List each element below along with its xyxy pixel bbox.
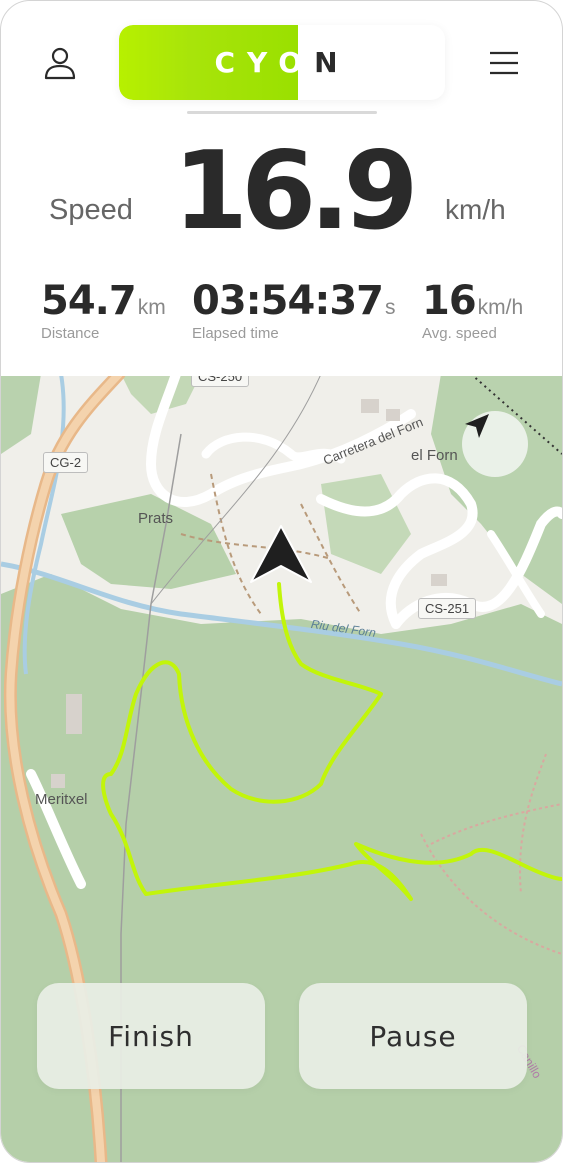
app-screen: CYO N Speed 16.9 km/h 54.7km Distance 03:… — [0, 0, 563, 1163]
brand-logo: CYO N — [119, 25, 445, 100]
place-label-meritxell: Meritxel — [35, 791, 88, 808]
speed-unit: km/h — [445, 194, 506, 225]
elapsed-time-stat: 03:54:37s Elapsed time — [192, 281, 395, 342]
forest-area — [1, 374, 41, 454]
building — [431, 574, 447, 586]
distance-unit: km — [137, 296, 166, 319]
brand-name: CYO N — [119, 25, 445, 100]
speed-value: 16.9 — [173, 129, 418, 254]
navigation-arrow-icon[interactable] — [462, 411, 528, 477]
avg-speed-unit: km/h — [477, 296, 524, 319]
distance-label: Distance — [41, 325, 100, 342]
finish-button[interactable]: Finish — [37, 983, 265, 1089]
locate-arrow-shape — [465, 414, 489, 438]
avg-speed-label: Avg. speed — [422, 325, 497, 342]
building — [66, 694, 82, 734]
hamburger-menu-icon[interactable] — [479, 38, 529, 88]
pause-button[interactable]: Pause — [299, 983, 527, 1089]
ride-stats-panel: Speed 16.9 km/h 54.7km Distance 03:54:37… — [1, 116, 562, 376]
distance-stat: 54.7km Distance — [41, 281, 166, 342]
speed-label: Speed — [49, 194, 133, 226]
avg-speed-value: 16 — [422, 278, 477, 324]
drag-handle[interactable] — [187, 111, 377, 114]
building — [51, 774, 65, 788]
rider-position-arrow-icon — [250, 525, 312, 583]
road-shield-cg2: CG-2 — [43, 452, 89, 473]
forest-area — [431, 374, 562, 604]
elapsed-time-value: 03:54:37 — [192, 278, 384, 324]
building — [361, 399, 379, 413]
building — [386, 409, 400, 421]
place-label-prats: Prats — [138, 510, 174, 527]
distance-value: 54.7 — [41, 278, 137, 324]
road-shield-cs251: CS-251 — [418, 598, 477, 619]
elapsed-time-unit: s — [384, 296, 396, 319]
place-label-el-forn: el Forn — [411, 447, 458, 464]
elapsed-time-label: Elapsed time — [192, 325, 279, 342]
user-icon[interactable] — [35, 38, 85, 88]
avg-speed-stat: 16km/h Avg. speed — [422, 281, 523, 342]
brand-name-part-2: N — [314, 46, 350, 79]
forest-area — [321, 474, 411, 574]
brand-name-part-1: CYO — [214, 46, 315, 79]
